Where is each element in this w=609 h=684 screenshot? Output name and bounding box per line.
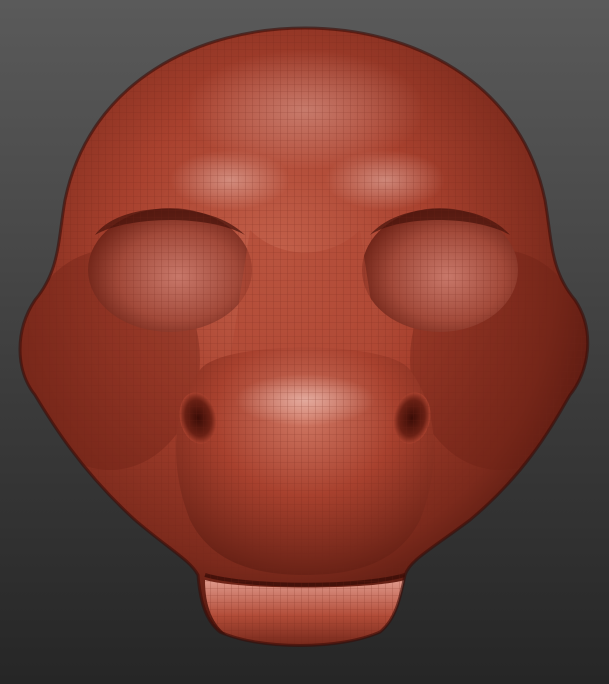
sculpt-canvas[interactable]	[0, 0, 609, 684]
head-mesh[interactable]	[0, 0, 609, 684]
3d-viewport[interactable]	[0, 0, 609, 684]
polyframe-overlay	[20, 28, 588, 646]
